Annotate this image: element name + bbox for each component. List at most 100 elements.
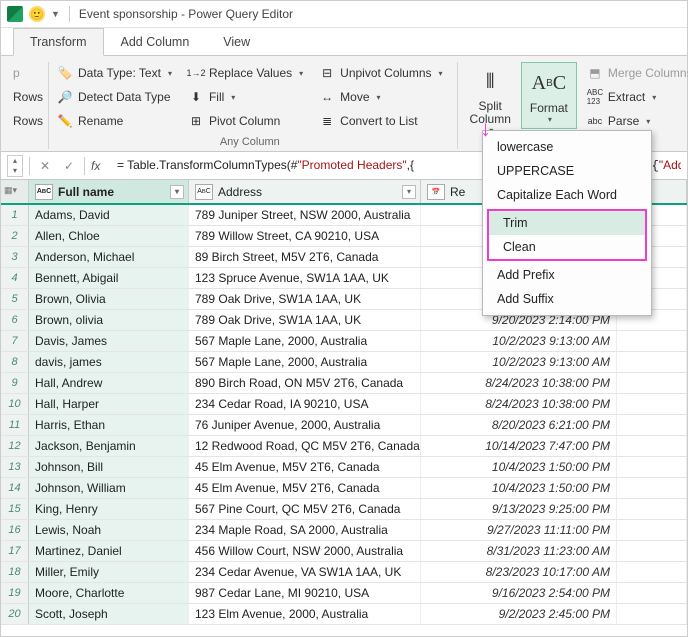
cell-address[interactable]: 76 Juniper Avenue, 2000, Australia — [189, 415, 421, 435]
row-number[interactable]: 4 — [1, 268, 29, 288]
fx-icon[interactable]: fx — [91, 159, 111, 173]
cell-extra[interactable] — [617, 373, 687, 393]
filter-dropdown-icon[interactable]: ▾ — [170, 185, 184, 199]
cell-address[interactable]: 789 Oak Drive, SW1A 1AA, UK — [189, 310, 421, 330]
cmd-rows-1[interactable]: Rows — [9, 88, 47, 106]
step-down-icon[interactable]: ▾ — [8, 166, 22, 176]
row-number[interactable]: 13 — [1, 457, 29, 477]
cell-address[interactable]: 567 Pine Court, QC M5V 2T6, Canada — [189, 499, 421, 519]
cell-timestamp[interactable]: 9/16/2023 2:54:00 PM — [421, 583, 617, 603]
table-row[interactable]: 10 Hall, Harper234 Cedar Road, IA 90210,… — [1, 394, 687, 415]
cell-address[interactable]: 234 Maple Road, SA 2000, Australia — [189, 520, 421, 540]
menu-uppercase[interactable]: UPPERCASE — [483, 159, 651, 183]
table-row[interactable]: 19Moore, Charlotte987 Cedar Lane, MI 902… — [1, 583, 687, 604]
cell-address[interactable]: 890 Birch Road, ON M5V 2T6, Canada — [189, 373, 421, 393]
cell-extra[interactable] — [617, 415, 687, 435]
cell-address[interactable]: 45 Elm Avenue, M5V 2T6, Canada — [189, 478, 421, 498]
menu-trim[interactable]: Trim — [489, 211, 645, 235]
cell-full-name[interactable]: Bennett, Abigail — [29, 268, 189, 288]
table-row[interactable]: 8davis, james567 Maple Lane, 2000, Austr… — [1, 352, 687, 373]
filter-dropdown-icon[interactable]: ▾ — [402, 185, 416, 199]
row-number[interactable]: 6 — [1, 310, 29, 330]
row-number[interactable]: 7 — [1, 331, 29, 351]
cell-address[interactable]: 987 Cedar Lane, MI 90210, USA — [189, 583, 421, 603]
cell-full-name[interactable]: Brown, Olivia — [29, 289, 189, 309]
row-number[interactable]: 19 — [1, 583, 29, 603]
cmd-detect-data-type[interactable]: 🔎Detect Data Type — [53, 87, 175, 107]
cell-full-name[interactable]: Allen, Chloe — [29, 226, 189, 246]
cell-full-name[interactable]: Johnson, Bill — [29, 457, 189, 477]
select-all-corner[interactable]: ▦▾ — [1, 180, 29, 203]
cell-full-name[interactable]: Hall, Andrew — [29, 373, 189, 393]
cmd-data-type[interactable]: 🏷️Data Type: Text▾ — [53, 63, 176, 83]
cell-full-name[interactable]: Adams, David — [29, 205, 189, 225]
step-spinner[interactable]: ▴ ▾ — [7, 155, 23, 177]
cell-full-name[interactable]: Davis, James — [29, 331, 189, 351]
cmd-unpivot-columns[interactable]: ⊟Unpivot Columns▾ — [315, 63, 446, 83]
cell-address[interactable]: 456 Willow Court, NSW 2000, Australia — [189, 541, 421, 561]
column-full-name[interactable]: ABC Full name ▾ — [29, 180, 189, 203]
cell-full-name[interactable]: Jackson, Benjamin — [29, 436, 189, 456]
row-number[interactable]: 15 — [1, 499, 29, 519]
cmd-pivot-column[interactable]: ⊞Pivot Column — [184, 111, 284, 131]
cell-timestamp[interactable]: 8/31/2023 11:23:00 AM — [421, 541, 617, 561]
cell-full-name[interactable]: Lewis, Noah — [29, 520, 189, 540]
qat-dropdown-icon[interactable]: ▼ — [51, 9, 60, 19]
cell-timestamp[interactable]: 10/14/2023 7:47:00 PM — [421, 436, 617, 456]
cell-address[interactable]: 45 Elm Avenue, M5V 2T6, Canada — [189, 457, 421, 477]
cell-extra[interactable] — [617, 457, 687, 477]
cell-extra[interactable] — [617, 352, 687, 372]
row-number[interactable]: 16 — [1, 520, 29, 540]
cmd-parse[interactable]: abcParse▾ — [583, 111, 654, 131]
cell-address[interactable]: 234 Cedar Avenue, VA SW1A 1AA, UK — [189, 562, 421, 582]
cmd-extract[interactable]: ABC123Extract▾ — [583, 87, 660, 107]
cell-timestamp[interactable]: 9/13/2023 9:25:00 PM — [421, 499, 617, 519]
cell-full-name[interactable]: Anderson, Michael — [29, 247, 189, 267]
commit-formula-icon[interactable]: ✓ — [60, 159, 78, 173]
row-number[interactable]: 18 — [1, 562, 29, 582]
row-number[interactable]: 5 — [1, 289, 29, 309]
cell-timestamp[interactable]: 9/2/2023 2:45:00 PM — [421, 604, 617, 624]
row-number[interactable]: 11 — [1, 415, 29, 435]
tab-view[interactable]: View — [206, 28, 267, 55]
cell-address[interactable]: 567 Maple Lane, 2000, Australia — [189, 352, 421, 372]
cell-address[interactable]: 789 Oak Drive, SW1A 1AA, UK — [189, 289, 421, 309]
cell-address[interactable]: 234 Cedar Road, IA 90210, USA — [189, 394, 421, 414]
cmd-convert-to-list[interactable]: ≣Convert to List — [315, 111, 421, 131]
cell-timestamp[interactable]: 8/24/2023 10:38:00 PM — [421, 394, 617, 414]
cell-timestamp[interactable]: 8/24/2023 10:38:00 PM — [421, 373, 617, 393]
row-number[interactable]: 9 — [1, 373, 29, 393]
cmd-fill[interactable]: ⬇Fill▾ — [184, 87, 239, 107]
row-number[interactable]: 2 — [1, 226, 29, 246]
menu-add-prefix[interactable]: Add Prefix — [483, 263, 651, 287]
cell-full-name[interactable]: Moore, Charlotte — [29, 583, 189, 603]
row-number[interactable]: 20 — [1, 604, 29, 624]
cell-extra[interactable] — [617, 436, 687, 456]
row-number[interactable]: 12 — [1, 436, 29, 456]
row-number[interactable]: 14 — [1, 478, 29, 498]
cell-timestamp[interactable]: 10/4/2023 1:50:00 PM — [421, 478, 617, 498]
row-number[interactable]: 3 — [1, 247, 29, 267]
cell-address[interactable]: 123 Elm Avenue, 2000, Australia — [189, 604, 421, 624]
cell-address[interactable]: 789 Juniper Street, NSW 2000, Australia — [189, 205, 421, 225]
cell-extra[interactable] — [617, 331, 687, 351]
datetime-type-icon[interactable]: 📅 — [427, 184, 445, 200]
cell-extra[interactable] — [617, 562, 687, 582]
cell-full-name[interactable]: Hall, Harper — [29, 394, 189, 414]
table-row[interactable]: 13Johnson, Bill45 Elm Avenue, M5V 2T6, C… — [1, 457, 687, 478]
table-row[interactable]: 7Davis, James567 Maple Lane, 2000, Austr… — [1, 331, 687, 352]
table-row[interactable]: 20Scott, Joseph123 Elm Avenue, 2000, Aus… — [1, 604, 687, 625]
emoji-icon[interactable]: 🙂 — [29, 6, 45, 22]
step-up-icon[interactable]: ▴ — [8, 156, 22, 166]
cell-extra[interactable] — [617, 541, 687, 561]
cell-full-name[interactable]: Brown, olivia — [29, 310, 189, 330]
cell-full-name[interactable]: Scott, Joseph — [29, 604, 189, 624]
table-row[interactable]: 9Hall, Andrew890 Birch Road, ON M5V 2T6,… — [1, 373, 687, 394]
menu-add-suffix[interactable]: Add Suffix — [483, 287, 651, 311]
cell-full-name[interactable]: davis, james — [29, 352, 189, 372]
cmd-move[interactable]: ↔Move▾ — [315, 87, 384, 107]
cmd-rename[interactable]: ✏️Rename — [53, 111, 127, 131]
table-row[interactable]: 11Harris, Ethan76 Juniper Avenue, 2000, … — [1, 415, 687, 436]
cmd-replace-values[interactable]: 1→2Replace Values▾ — [184, 63, 307, 83]
tab-transform[interactable]: Transform — [13, 28, 104, 56]
